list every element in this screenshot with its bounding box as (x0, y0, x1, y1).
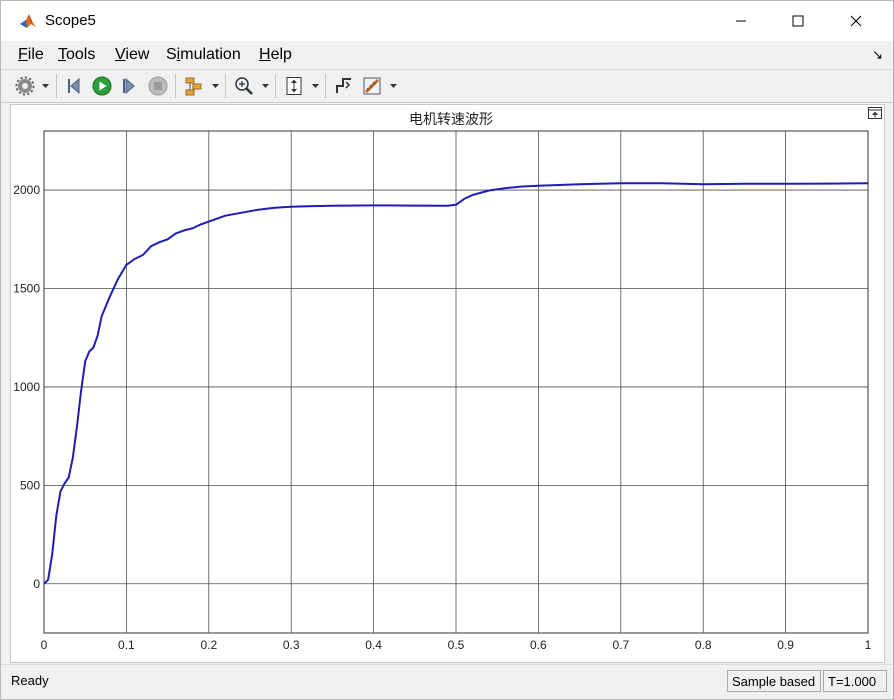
chevron-down-icon (311, 83, 319, 88)
toolbar-separator (175, 74, 176, 98)
toolbar-separator (325, 74, 326, 98)
step-forward-button[interactable] (118, 74, 142, 98)
y-tick-label: 1500 (13, 281, 40, 295)
measurements-button[interactable] (360, 74, 384, 98)
signal-selector-dropdown[interactable] (211, 74, 219, 98)
menu-help-rest: elp (270, 46, 292, 63)
x-tick-label: 0 (41, 638, 48, 652)
menu-file[interactable]: File (18, 46, 44, 64)
status-time: T=1.000 (823, 670, 887, 692)
gear-icon (15, 76, 35, 96)
menu-simulation[interactable]: Simulation (166, 46, 241, 64)
toolbar-separator (275, 74, 276, 98)
step-back-button[interactable] (63, 74, 87, 98)
menu-file-rest: ile (27, 46, 44, 63)
settings-button[interactable] (13, 74, 37, 98)
status-mode: Sample based (727, 670, 821, 692)
x-tick-label: 0.8 (695, 638, 712, 652)
chart-title: 电机转速波形 (409, 112, 493, 128)
y-tick-label: 1000 (13, 380, 40, 394)
zoom-in-button[interactable] (232, 74, 256, 98)
chevron-down-icon (261, 83, 269, 88)
x-tick-label: 0.9 (777, 638, 794, 652)
zoom-dropdown[interactable] (261, 74, 269, 98)
zoom-in-icon (235, 77, 253, 95)
menu-tools-mnemonic: T (58, 46, 66, 63)
dock-arrow-icon[interactable]: ↘ (872, 47, 883, 63)
stop-button[interactable] (146, 74, 170, 98)
speed-plot[interactable]: 电机转速波形 0 0.1 0.2 0.3 0.4 0.5 0.6 0.7 0.8 0.9 1 0 500… (11, 105, 884, 662)
chevron-down-icon (389, 83, 397, 88)
maximize-icon (792, 15, 804, 27)
minimize-icon (736, 20, 746, 22)
chevron-down-icon (41, 83, 49, 88)
autoscale-icon (286, 77, 302, 95)
menu-help-mnemonic: H (259, 46, 271, 63)
triggers-button[interactable] (332, 74, 356, 98)
x-tick-label: 0.1 (118, 638, 135, 652)
menu-view-rest: iew (125, 46, 150, 63)
x-tick-label: 0.2 (200, 638, 217, 652)
menu-help[interactable]: Help (259, 46, 292, 64)
x-tick-label: 1 (865, 638, 872, 652)
window-title: Scope5 (45, 12, 96, 29)
autoscale-dropdown[interactable] (311, 74, 319, 98)
close-button[interactable] (827, 1, 885, 41)
chevron-down-icon (211, 83, 219, 88)
y-tick-label: 500 (20, 478, 40, 492)
menu-simulation-rest: mulation (180, 46, 241, 63)
close-icon (850, 15, 862, 27)
x-tick-label: 0.6 (530, 638, 547, 652)
x-tick-label: 0.5 (448, 638, 465, 652)
menu-bar: File Tools View Simulation Help ↘ (1, 41, 893, 70)
menu-tools[interactable]: Tools (58, 46, 95, 64)
status-ready: Ready (11, 673, 49, 688)
menu-tools-rest: ools (66, 46, 96, 63)
toolbar (1, 70, 893, 103)
menu-view[interactable]: View (115, 46, 149, 64)
x-tick-label: 0.7 (612, 638, 629, 652)
y-tick-label: 0 (33, 577, 40, 591)
step-back-icon (68, 77, 80, 95)
status-bar: Ready Sample based T=1.000 (1, 664, 893, 699)
title-bar[interactable]: Scope5 (1, 1, 893, 42)
settings-dropdown[interactable] (41, 74, 49, 98)
minimize-button[interactable] (712, 1, 770, 41)
scope-plot-panel[interactable]: 电机转速波形 0 0.1 0.2 0.3 0.4 0.5 0.6 0.7 0.8 0.9 1 0 500… (10, 104, 885, 663)
toolbar-separator (56, 74, 57, 98)
step-forward-icon (123, 77, 135, 95)
autoscale-button[interactable] (282, 74, 306, 98)
menu-simulation-first: S (166, 46, 177, 63)
run-button[interactable] (90, 74, 114, 98)
x-tick-label: 0.3 (283, 638, 300, 652)
scope-window: Scope5 File Tools View Simulation Help ↘ (0, 0, 894, 700)
maximize-button[interactable] (769, 1, 827, 41)
triggers-icon (336, 78, 351, 93)
measurements-icon (363, 77, 381, 95)
measurements-dropdown[interactable] (389, 74, 397, 98)
stop-icon (148, 76, 168, 96)
run-icon (92, 76, 112, 96)
y-tick-label: 2000 (13, 183, 40, 197)
toolbar-separator (225, 74, 226, 98)
signal-selector-icon (185, 77, 202, 96)
matlab-icon (19, 12, 37, 30)
menu-file-mnemonic: F (18, 46, 28, 63)
signal-selector-button[interactable] (182, 74, 206, 98)
x-tick-label: 0.4 (365, 638, 382, 652)
menu-view-mnemonic: V (115, 46, 126, 63)
undock-plot-icon[interactable] (868, 107, 882, 119)
